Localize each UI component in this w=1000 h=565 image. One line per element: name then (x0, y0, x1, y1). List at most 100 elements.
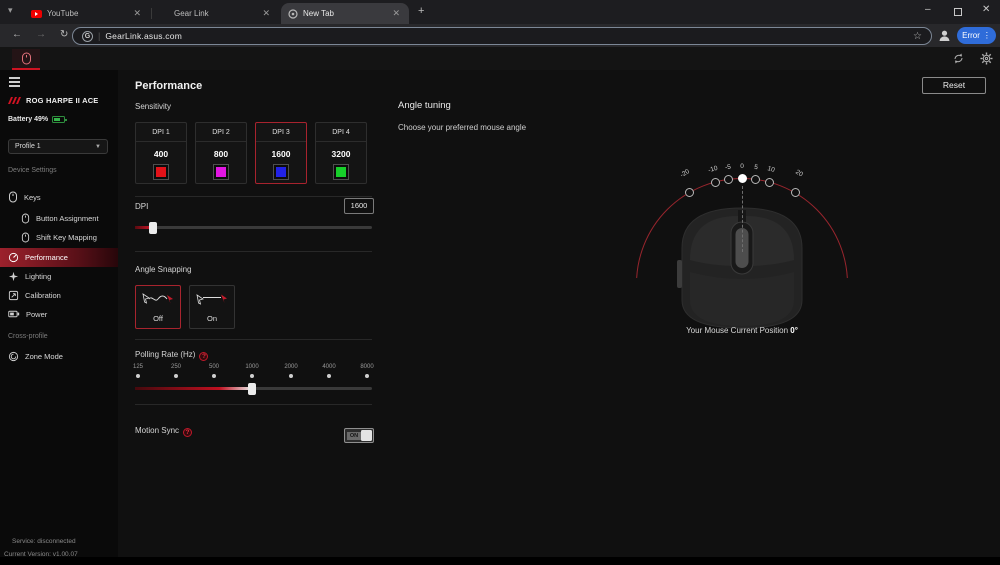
error-button-label: Error (962, 31, 980, 40)
dpi-preset-4[interactable]: DPI 4 3200 (315, 122, 367, 184)
kebab-menu-icon: ⋮ (982, 31, 991, 40)
polling-tick-dot[interactable] (327, 374, 331, 378)
chevron-down-icon: ▼ (95, 143, 101, 150)
dpi-color-swatch[interactable] (213, 164, 229, 180)
tab-separator (151, 8, 152, 19)
polling-tick-label: 2000 (284, 364, 298, 370)
sidebar-item-label: Power (26, 309, 48, 319)
tab-label: YouTube (47, 9, 79, 18)
reload-icon[interactable]: ↻ (60, 29, 68, 40)
url-text: GearLink.asus.com (105, 31, 182, 41)
help-icon[interactable]: ? (199, 352, 209, 361)
angle-marker[interactable] (724, 174, 733, 184)
angle-marker[interactable] (790, 187, 800, 197)
polling-tick-label: 1000 (245, 364, 259, 370)
polling-tick-dot[interactable] (136, 374, 140, 378)
polling-tick-dot[interactable] (250, 374, 254, 378)
sidebar-item-label: Zone Mode (25, 351, 63, 361)
help-icon[interactable]: ? (183, 428, 193, 437)
dpi-value-box[interactable]: 1600 (344, 198, 374, 214)
wavy-path-icon (142, 293, 173, 304)
window-maximize-button[interactable] (954, 8, 962, 16)
tab-search-chevron-icon[interactable]: ▾ (8, 5, 13, 16)
polling-slider-thumb[interactable] (248, 382, 256, 395)
dpi-preset-1[interactable]: DPI 1 400 (135, 122, 187, 184)
main-content: Performance Reset Sensitivity DPI 1 400 … (118, 70, 1000, 557)
dpi-color-swatch[interactable] (273, 164, 289, 180)
motion-sync-toggle[interactable]: ON (344, 428, 374, 443)
dpi-preset-label: DPI 1 (152, 129, 170, 136)
device-name: ROG HARPE II ACE (26, 96, 99, 105)
dpi-preset-3[interactable]: DPI 3 1600 (255, 122, 307, 184)
angle-snapping-off-button[interactable]: Off (135, 285, 181, 329)
hamburger-menu-icon[interactable] (9, 77, 20, 89)
section-cross-profile: Cross-profile (8, 333, 48, 340)
sparkle-icon (8, 271, 19, 281)
page-title: Performance (135, 80, 203, 92)
sidebar-item-label: Keys (24, 192, 41, 202)
sidebar-item-zone-mode[interactable]: Zone Mode (8, 348, 126, 364)
forward-icon[interactable]: → (36, 29, 46, 40)
back-icon[interactable]: ← (12, 29, 22, 40)
angle-marker[interactable] (684, 187, 694, 197)
dpi-slider-thumb[interactable] (149, 221, 157, 234)
youtube-favicon-icon (31, 9, 42, 18)
tab-new-tab[interactable]: New Tab ✕ (281, 3, 409, 24)
url-input[interactable]: G | GearLink.asus.com ☆ (72, 27, 932, 45)
sidebar-item-calibration[interactable]: Calibration (8, 287, 126, 303)
polling-tick-dot[interactable] (212, 374, 216, 378)
tab-strip: ▾ YouTube ✕ Gear Link ✕ New Tab ✕ + – ✕ (0, 0, 1000, 24)
tab-label: Gear Link (174, 9, 209, 18)
dpi-preset-2[interactable]: DPI 2 800 (195, 122, 247, 184)
angle-marker[interactable] (764, 177, 774, 187)
browser-error-menu-button[interactable]: Error ⋮ (957, 27, 996, 44)
angle-snapping-on-button[interactable]: On (189, 285, 235, 329)
new-tab-button[interactable]: + (418, 5, 424, 17)
angle-marker-current[interactable] (737, 173, 747, 183)
sidebar-item-keys[interactable]: Keys (8, 189, 126, 205)
dpi-preset-label: DPI 4 (332, 129, 350, 136)
dpi-slider[interactable] (135, 221, 372, 234)
tab-youtube[interactable]: YouTube ✕ (24, 3, 150, 24)
profile-select-value: Profile 1 (15, 143, 41, 150)
app-toolbar (0, 47, 1000, 70)
site-favicon-icon (288, 8, 298, 19)
sidebar-item-performance[interactable]: Performance (0, 248, 118, 267)
tab-close-icon[interactable]: ✕ (131, 8, 143, 19)
divider (135, 251, 372, 252)
sidebar: ROG HARPE II ACE Battery 49% Profile 1 ▼… (0, 70, 118, 558)
polling-rate-slider[interactable] (135, 382, 372, 395)
dpi-color-swatch[interactable] (333, 164, 349, 180)
angle-marker[interactable] (751, 174, 760, 184)
angle-tuning-panel: Angle tuning Choose your preferred mouse… (388, 70, 1000, 557)
tab-close-icon[interactable]: ✕ (260, 8, 272, 19)
device-name-row: ROG HARPE II ACE (8, 96, 99, 105)
site-icon: G (82, 30, 93, 42)
sync-icon[interactable] (952, 52, 965, 65)
address-bar: ← → ↻ G | GearLink.asus.com ☆ Error ⋮ (0, 24, 1000, 47)
bookmark-star-icon[interactable]: ☆ (913, 31, 922, 42)
mouse-position-value: 0° (790, 326, 798, 335)
polling-tick-dot[interactable] (289, 374, 293, 378)
polling-tick-label: 125 (132, 364, 143, 370)
sidebar-item-lighting[interactable]: Lighting (8, 268, 126, 284)
profile-select[interactable]: Profile 1 ▼ (8, 139, 108, 154)
tab-close-icon[interactable]: ✕ (390, 8, 402, 19)
sidebar-item-power[interactable]: Power (8, 306, 126, 322)
polling-tick-dot[interactable] (365, 374, 369, 378)
toggle-knob[interactable] (360, 430, 372, 441)
angle-marker[interactable] (710, 177, 720, 187)
polling-tick-label: 500 (208, 364, 219, 370)
profile-avatar-icon[interactable] (938, 29, 951, 42)
tab-gearlink[interactable]: Gear Link ✕ (153, 3, 279, 24)
angle-center-guide (741, 186, 743, 252)
dpi-color-swatch[interactable] (153, 164, 169, 180)
mouse-icon (9, 191, 17, 203)
device-tab[interactable] (12, 49, 40, 68)
window-minimize-button[interactable]: – (925, 4, 931, 15)
dpi-label: DPI (135, 202, 149, 211)
polling-tick-dot[interactable] (174, 374, 178, 378)
settings-gear-icon[interactable] (980, 52, 993, 65)
straight-path-icon (196, 294, 227, 305)
window-close-button[interactable]: ✕ (982, 4, 990, 15)
